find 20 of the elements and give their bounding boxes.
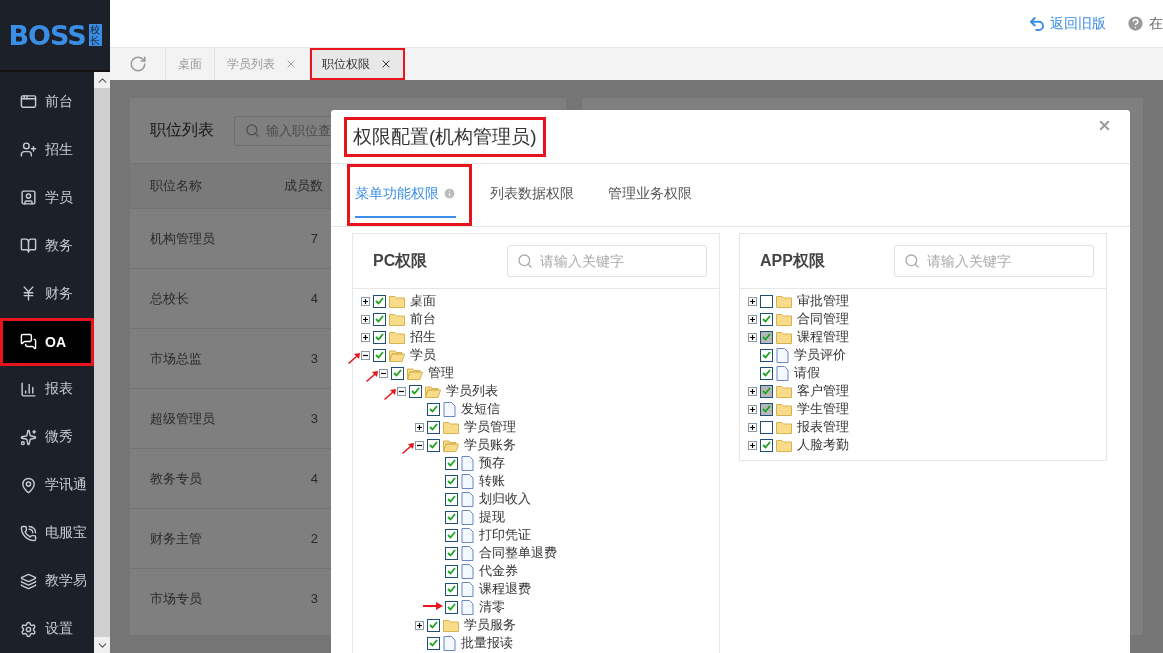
table-cell-text: 教务专员	[150, 469, 203, 488]
column-header: 成员数	[284, 177, 324, 195]
table-cell-text: 3	[309, 351, 318, 366]
card-title: 职位列表	[150, 120, 214, 140]
panel-title: PC权限	[373, 250, 428, 271]
table-cell-text: 2	[309, 531, 318, 546]
table-cell-text: 3	[309, 591, 318, 606]
table-cell-text: 财务主管	[150, 529, 203, 548]
table-cell-text: 总校长	[150, 289, 190, 308]
dialog-title: 权限配置(机构管理员)	[347, 119, 543, 154]
table-cell-text: 市场总监	[150, 349, 203, 368]
table-cell-text: 4	[309, 291, 318, 306]
table-cell-text: 7	[309, 231, 318, 246]
table-cell-text: 超级管理员	[150, 409, 216, 428]
table-cell-text: 4	[309, 471, 318, 486]
table-cell-text: 3	[309, 411, 318, 426]
table-cell-text: 机构管理员	[150, 229, 216, 248]
column-header: 职位名称	[150, 177, 203, 195]
table-cell-text: 市场专员	[150, 589, 203, 608]
panel-title: APP权限	[760, 250, 825, 271]
